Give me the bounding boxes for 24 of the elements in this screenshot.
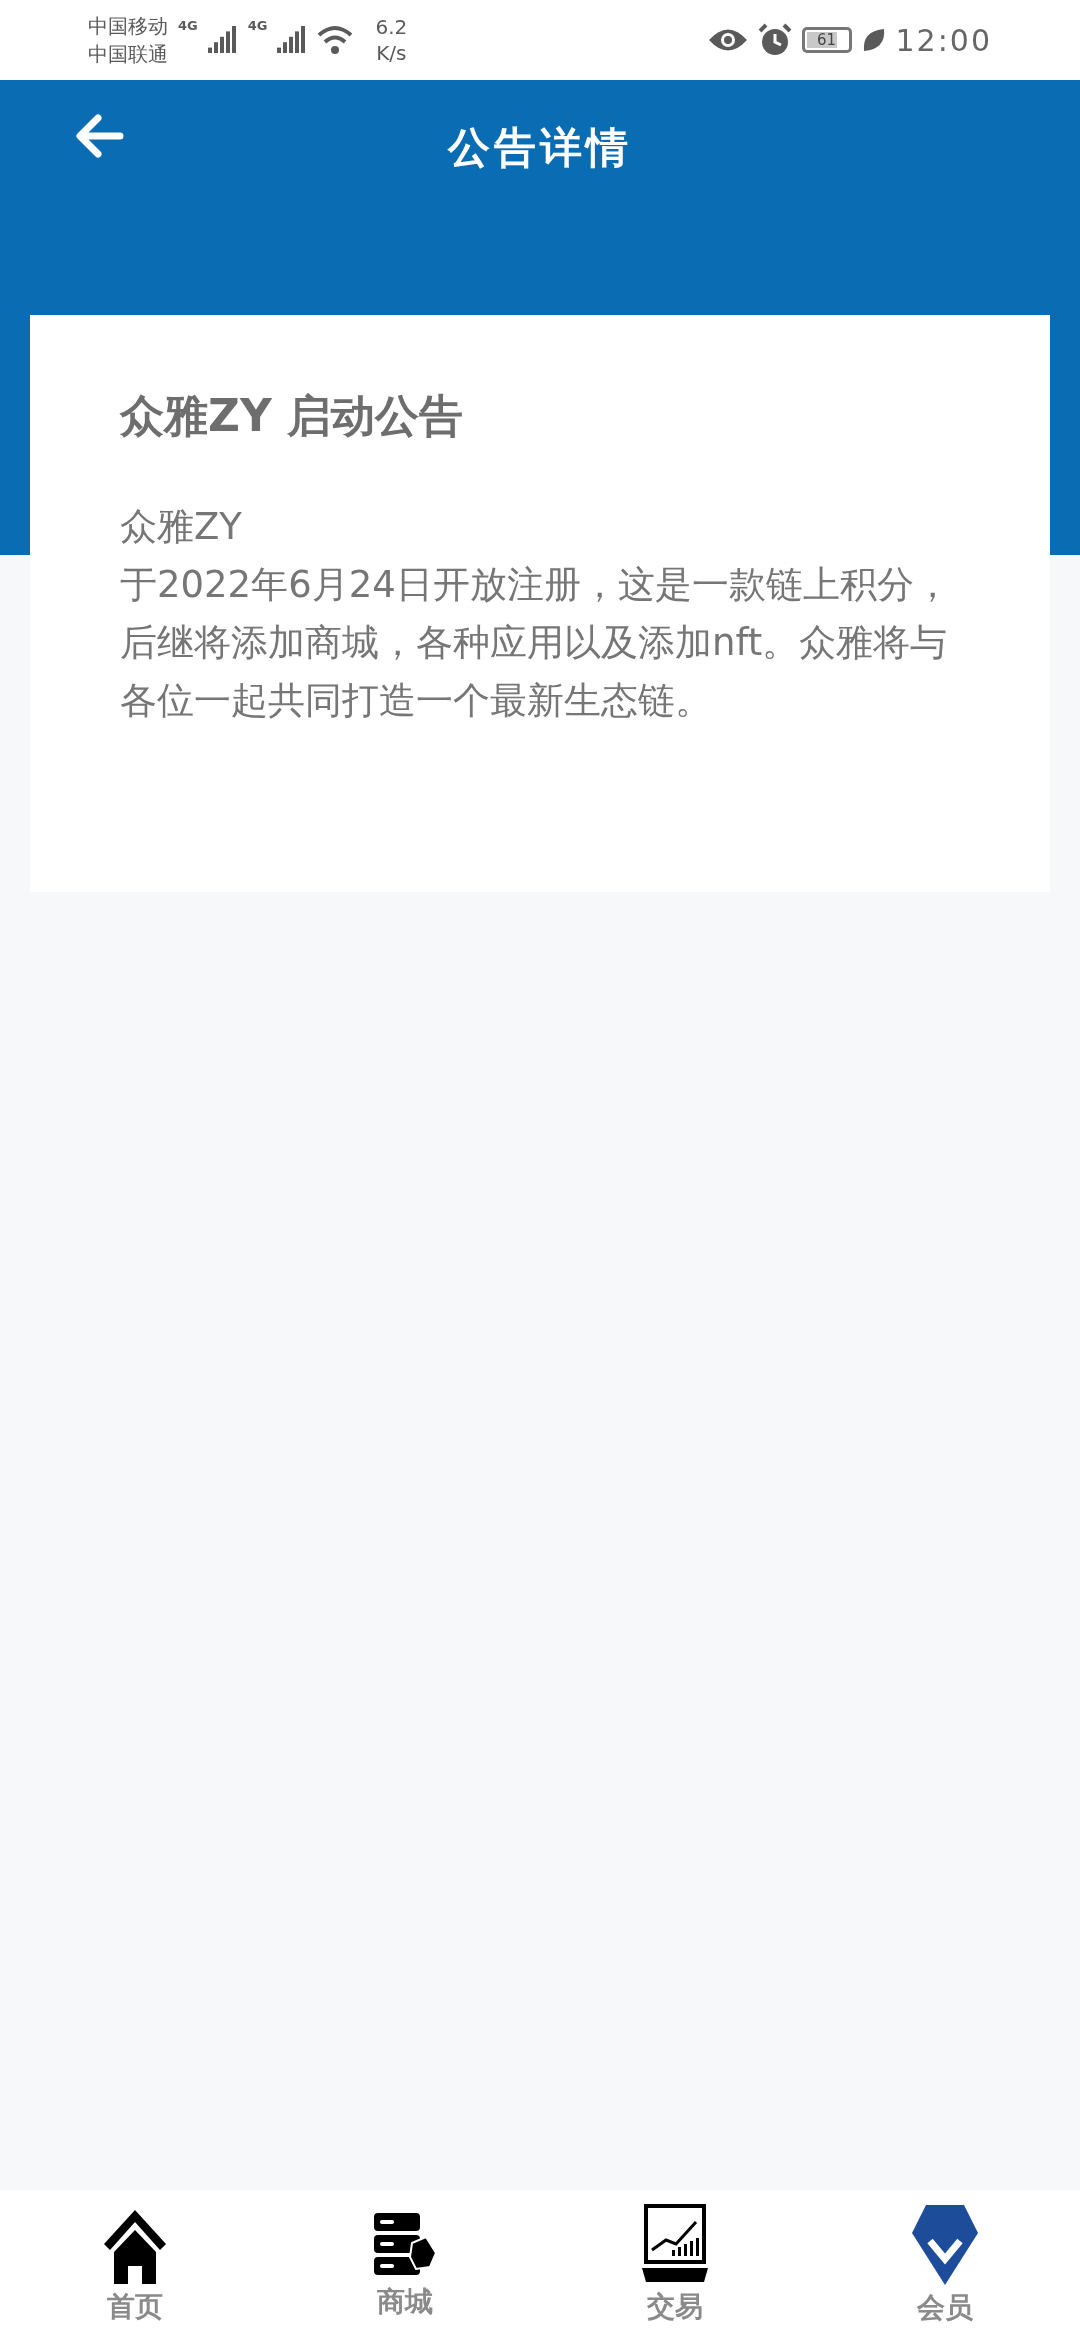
eye-icon bbox=[707, 27, 748, 53]
signal-icon bbox=[277, 25, 308, 55]
network-speed-label: K/s bbox=[376, 40, 407, 66]
signal-icon bbox=[207, 25, 238, 55]
battery-icon: 61 bbox=[801, 27, 852, 53]
tab-bar-item[interactable]: 会员 bbox=[810, 2203, 1080, 2327]
notice-title: 众雅ZY 启动公告 bbox=[120, 389, 465, 443]
tab-bar-item[interactable]: 首页 bbox=[0, 2204, 270, 2326]
chart-monitor-icon bbox=[642, 2204, 708, 2284]
tab-bar-item[interactable]: 商城 bbox=[270, 2209, 540, 2321]
network-type-label: 4G bbox=[247, 18, 268, 33]
alarm-icon bbox=[757, 23, 792, 57]
leaf-icon bbox=[861, 27, 886, 53]
notice-text: 于2022年6月24日开放注册，这是一款链上积分，后继将添加商城，各种应用以及添加nft。众雅将与各位一起共同打造一个最新生态链。 bbox=[120, 562, 952, 724]
tab-bar-item[interactable]: 交易 bbox=[540, 2204, 810, 2326]
shield-v-icon bbox=[912, 2203, 978, 2285]
notice-text: 众雅ZY bbox=[120, 504, 243, 550]
carrier-label: 中国联通 bbox=[88, 41, 168, 68]
network-speed-label: 6.2 bbox=[375, 14, 408, 40]
network-type-label: 4G bbox=[178, 18, 198, 33]
carrier-label: 中国移动 bbox=[88, 13, 168, 40]
wifi-icon bbox=[317, 25, 354, 55]
clock-time: 12:00 bbox=[895, 22, 992, 58]
page-title: 公告详情 bbox=[448, 122, 632, 174]
